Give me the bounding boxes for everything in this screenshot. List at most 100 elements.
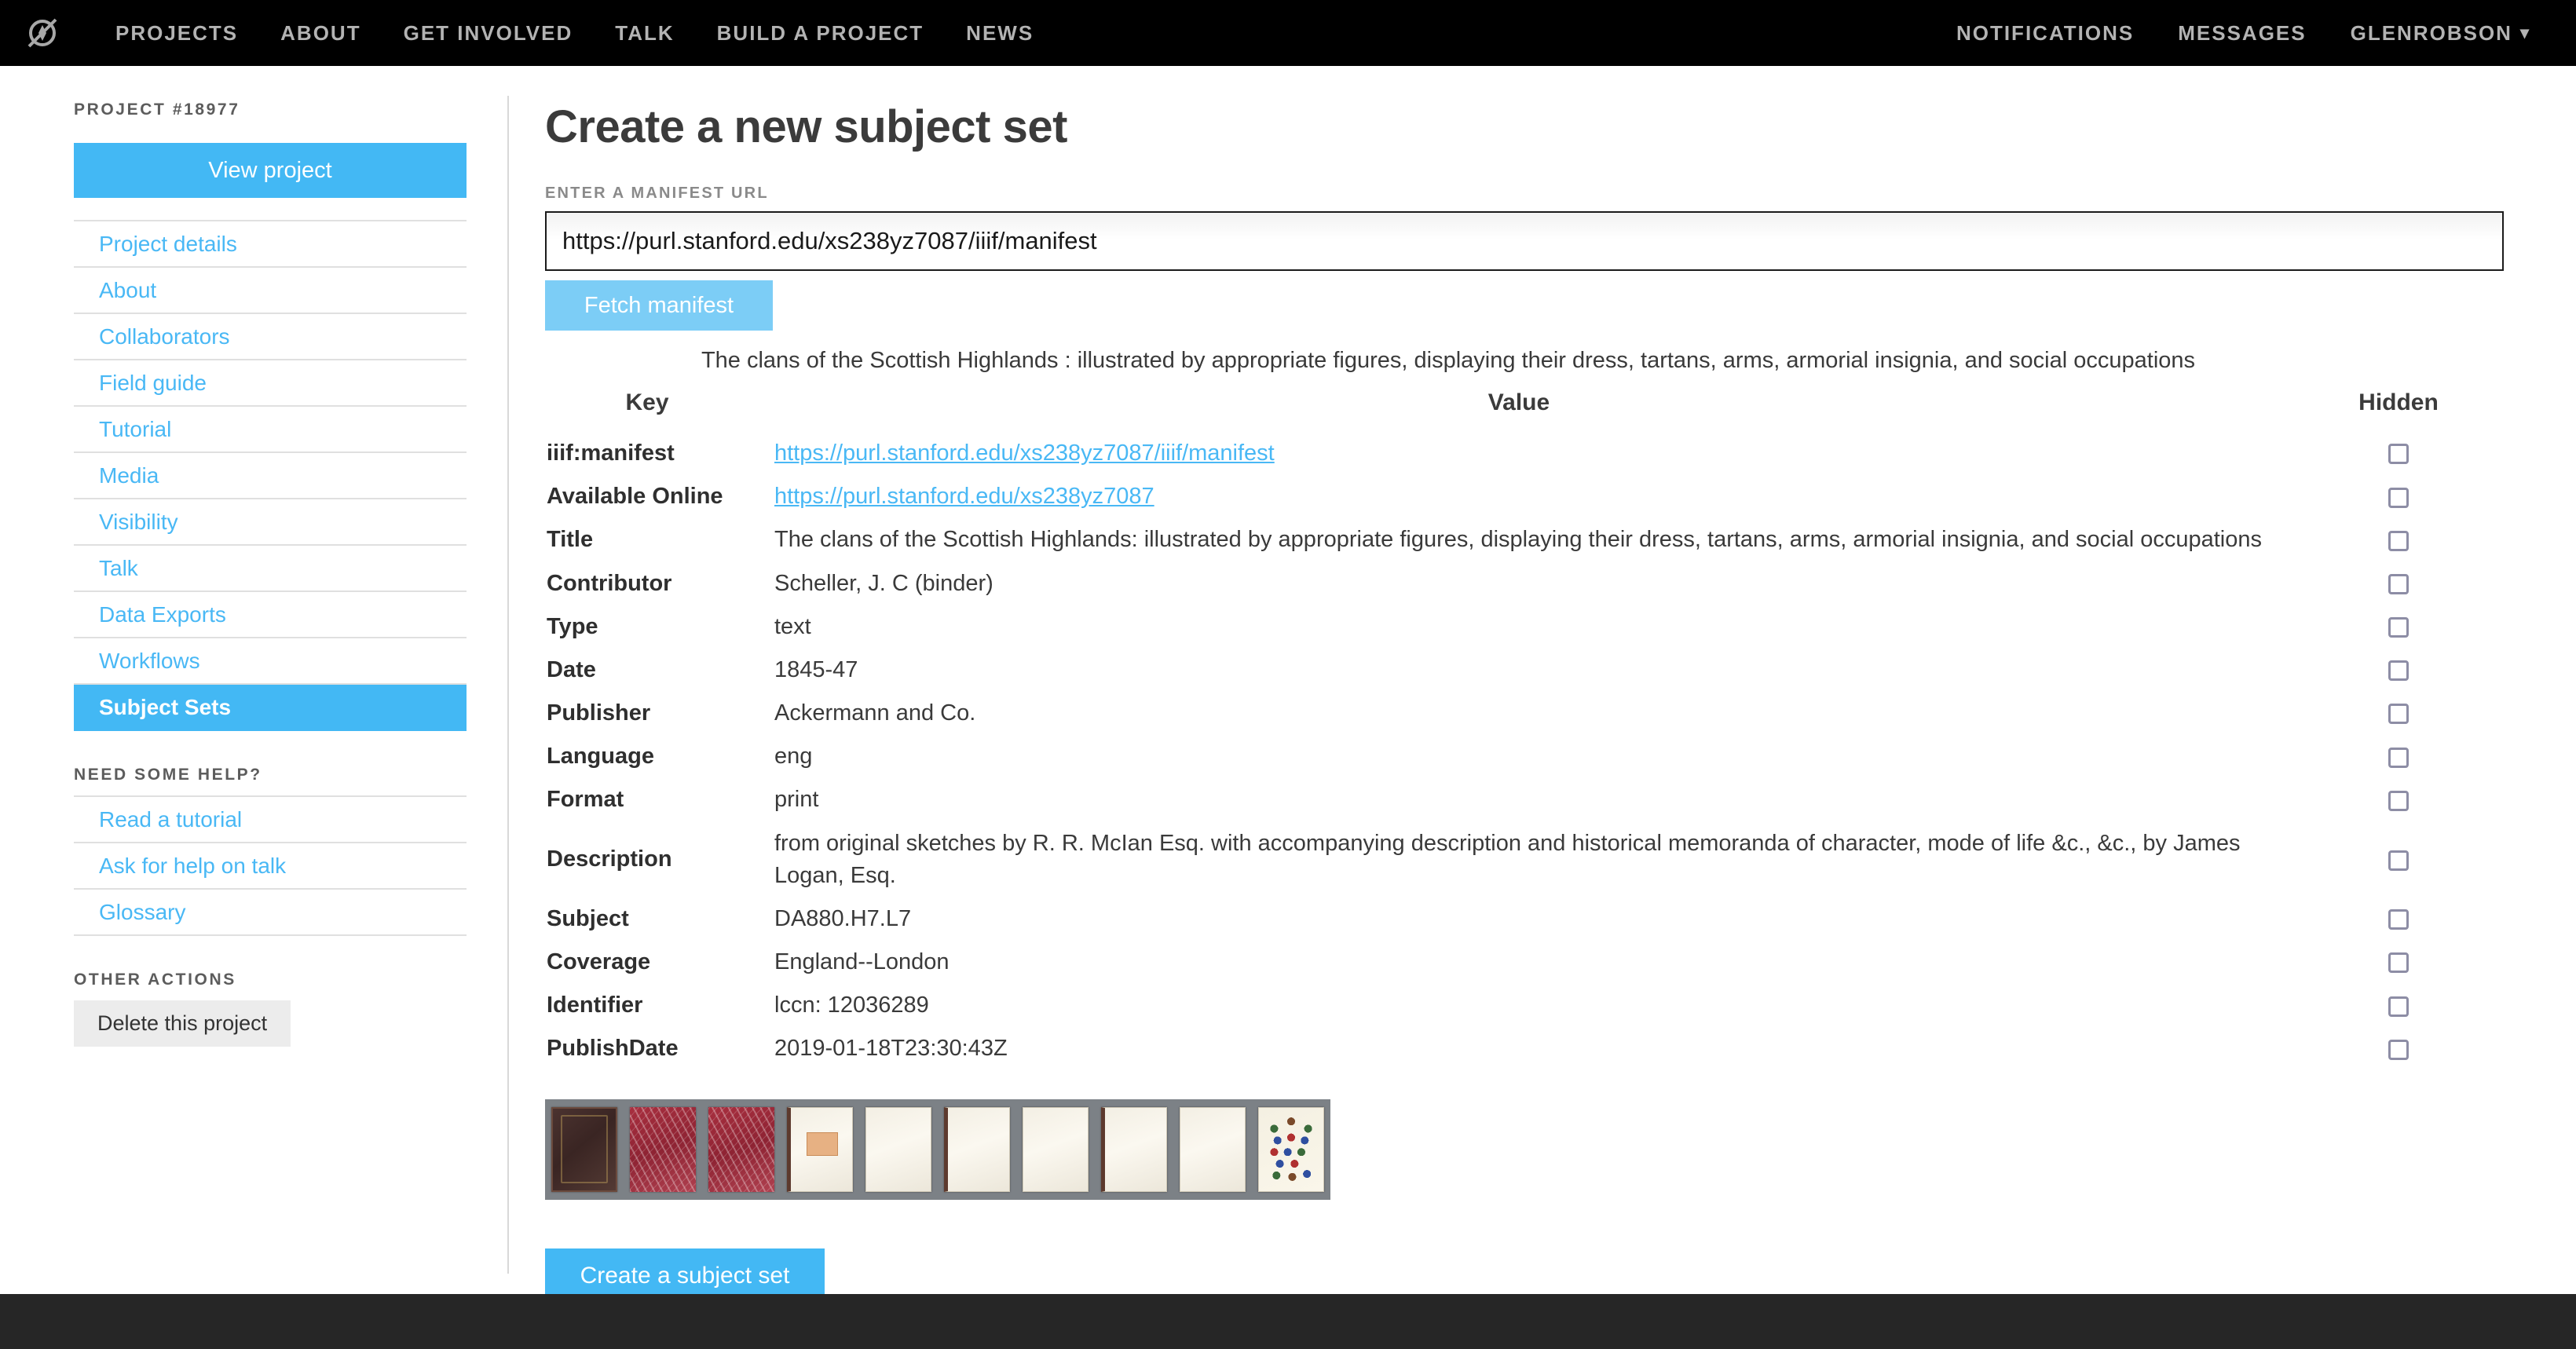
delete-project-button[interactable]: Delete this project: [74, 1000, 291, 1047]
thumbnail-image: [1258, 1106, 1324, 1192]
sidebar-item-glossary[interactable]: Glossary: [74, 890, 467, 936]
row-key: Publisher: [547, 700, 651, 726]
hidden-checkbox[interactable]: [2388, 747, 2409, 768]
sidebar-item-talk[interactable]: Talk: [74, 546, 467, 592]
row-value: lccn: 12036289: [774, 993, 929, 1018]
nav-item-get-involved[interactable]: GET INVOLVED: [382, 21, 595, 46]
row-value: text: [774, 613, 811, 639]
thumbnail-image: [708, 1106, 774, 1192]
row-key: Language: [547, 744, 654, 770]
thumbnail-image: [1101, 1106, 1167, 1192]
thumbnail-blank-page-3[interactable]: [1016, 1099, 1095, 1200]
row-hidden-cell: [2289, 898, 2508, 941]
fetch-manifest-button[interactable]: Fetch manifest: [545, 280, 773, 331]
row-hidden-cell: [2289, 649, 2508, 692]
page-footer: [0, 1294, 2576, 1349]
thumbnail-blank-page-1[interactable]: [859, 1099, 938, 1200]
sidebar-item-project-details[interactable]: Project details: [74, 221, 467, 268]
table-row: Date 1845-47: [545, 649, 2508, 692]
hidden-checkbox[interactable]: [2388, 909, 2409, 930]
sidebar-item-subject-sets[interactable]: Subject Sets: [74, 685, 467, 731]
row-value: from original sketches by R. R. McIan Es…: [774, 830, 2241, 888]
row-value-link[interactable]: https://purl.stanford.edu/xs238yz7087: [774, 484, 1154, 509]
column-header-value: Value: [1487, 389, 1550, 415]
nav-item-build-a-project[interactable]: BUILD A PROJECT: [696, 21, 946, 46]
sidebar-item-workflows[interactable]: Workflows: [74, 638, 467, 685]
user-menu[interactable]: GLENROBSON ▾: [2329, 21, 2552, 46]
sidebar-help-heading: NEED SOME HELP?: [74, 766, 262, 784]
nav-item-notifications[interactable]: NOTIFICATIONS: [1934, 21, 2156, 46]
hidden-checkbox[interactable]: [2388, 444, 2409, 465]
hidden-checkbox[interactable]: [2388, 790, 2409, 811]
row-hidden-cell: [2289, 1027, 2508, 1070]
view-project-button[interactable]: View project: [74, 143, 467, 198]
sidebar-item-ask-for-help-on-talk[interactable]: Ask for help on talk: [74, 843, 467, 890]
primary-nav: PROJECTS ABOUT GET INVOLVED TALK BUILD A…: [94, 21, 1055, 46]
hidden-checkbox[interactable]: [2388, 996, 2409, 1017]
sidebar-item-read-a-tutorial[interactable]: Read a tutorial: [74, 797, 467, 843]
row-key: Description: [547, 846, 672, 872]
nav-item-messages[interactable]: MESSAGES: [2156, 21, 2328, 46]
hidden-checkbox[interactable]: [2388, 1039, 2409, 1060]
nav-item-projects[interactable]: PROJECTS: [94, 21, 259, 46]
sidebar-item-field-guide[interactable]: Field guide: [74, 360, 467, 407]
main-content: Create a new subject set ENTER A MANIFES…: [545, 101, 2508, 1303]
table-row: Description from original sketches by R.…: [545, 822, 2508, 898]
thumbnail-blank-page-2[interactable]: [938, 1099, 1016, 1200]
sidebar-item-data-exports[interactable]: Data Exports: [74, 592, 467, 638]
row-key: Contributor: [547, 570, 672, 596]
hidden-checkbox[interactable]: [2388, 952, 2409, 974]
zooniverse-logo[interactable]: [20, 11, 64, 55]
page-title: Create a new subject set: [545, 101, 1067, 152]
row-value: The clans of the Scottish Highlands: ill…: [774, 527, 2263, 553]
sidebar-item-about[interactable]: About: [74, 268, 467, 314]
row-value: 1845-47: [774, 656, 858, 682]
hidden-checkbox[interactable]: [2388, 660, 2409, 682]
thumbnail-bookplate-page[interactable]: [781, 1099, 859, 1200]
thumbnail-blank-page-5[interactable]: [1173, 1099, 1252, 1200]
row-value: England--London: [774, 949, 950, 975]
table-row: Format print: [545, 778, 2508, 821]
thumbnail-front-cover[interactable]: [545, 1099, 624, 1200]
nav-item-talk[interactable]: TALK: [594, 21, 695, 46]
hidden-checkbox[interactable]: [2388, 573, 2409, 594]
row-value: 2019-01-18T23:30:43Z: [774, 1036, 1008, 1062]
sidebar-help-list: Read a tutorial Ask for help on talk Glo…: [74, 795, 467, 936]
manifest-caption: The clans of the Scottish Highlands : il…: [701, 348, 2196, 373]
row-value-link[interactable]: https://purl.stanford.edu/xs238yz7087/ii…: [774, 441, 1275, 466]
thumbnail-marbled-endpaper-right[interactable]: [702, 1099, 781, 1200]
hidden-checkbox[interactable]: [2388, 850, 2409, 871]
thumbnail-armorial-plate[interactable]: [1252, 1099, 1330, 1200]
hidden-checkbox[interactable]: [2388, 617, 2409, 638]
row-key: Title: [547, 527, 594, 553]
table-head: Key Value Hidden: [545, 389, 2508, 432]
row-hidden-cell: [2289, 941, 2508, 984]
row-hidden-cell: [2289, 475, 2508, 518]
row-key: Available Online: [547, 484, 723, 510]
table-row: iiif:manifest https://purl.stanford.edu/…: [545, 432, 2508, 475]
hidden-checkbox[interactable]: [2388, 530, 2409, 551]
row-key: Date: [547, 656, 596, 682]
table-header-row: Key Value Hidden: [545, 389, 2508, 432]
thumbnail-marbled-endpaper-left[interactable]: [624, 1099, 702, 1200]
nav-item-news[interactable]: NEWS: [945, 21, 1055, 46]
manifest-url-input[interactable]: [545, 211, 2504, 271]
hidden-checkbox[interactable]: [2388, 704, 2409, 725]
row-value: Ackermann and Co.: [774, 700, 976, 726]
nav-item-about[interactable]: ABOUT: [259, 21, 382, 46]
manifest-metadata-table: Key Value Hidden iiif:manifest https://p…: [545, 389, 2508, 1071]
row-key: Identifier: [547, 993, 643, 1018]
sidebar-item-media[interactable]: Media: [74, 453, 467, 499]
project-sidebar: PROJECT #18977 View project Project deta…: [74, 101, 467, 1047]
thumbnail-image: [1023, 1106, 1089, 1192]
sidebar-item-visibility[interactable]: Visibility: [74, 499, 467, 546]
table-row: Contributor Scheller, J. C (binder): [545, 562, 2508, 605]
sidebar-item-tutorial[interactable]: Tutorial: [74, 407, 467, 453]
row-hidden-cell: [2289, 778, 2508, 821]
sidebar-nav-list: Project details About Collaborators Fiel…: [74, 220, 467, 731]
thumbnail-blank-page-4[interactable]: [1095, 1099, 1173, 1200]
sidebar-item-collaborators[interactable]: Collaborators: [74, 314, 467, 360]
thumbnail-image: [944, 1106, 1010, 1192]
row-hidden-cell: [2289, 822, 2508, 898]
hidden-checkbox[interactable]: [2388, 487, 2409, 508]
